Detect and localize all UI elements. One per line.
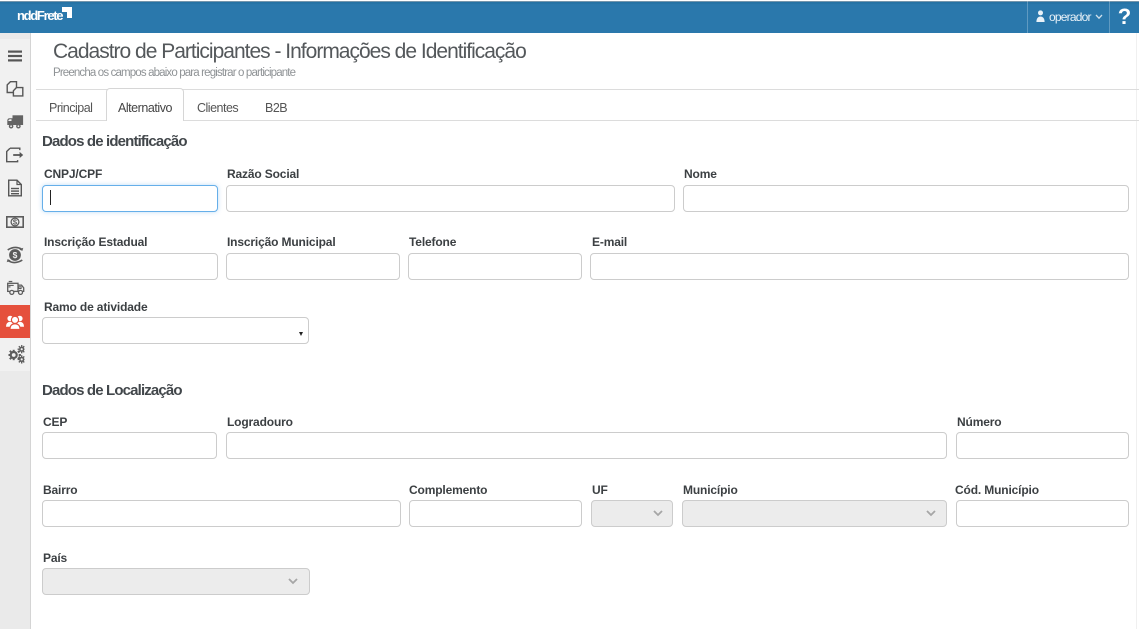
- svg-text:$: $: [13, 250, 18, 260]
